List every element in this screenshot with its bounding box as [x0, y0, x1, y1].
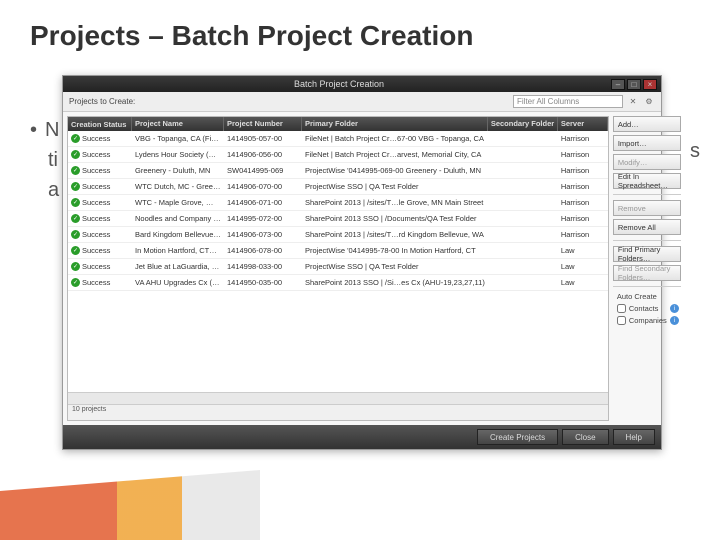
table-row[interactable]: ✓SuccessBard Kingdom Bellevue…1414906-07…	[68, 227, 608, 243]
success-icon: ✓	[71, 278, 80, 287]
col-creation-status[interactable]: Creation Status	[68, 117, 132, 131]
window-title: Batch Project Creation	[67, 79, 611, 89]
batch-project-dialog: Batch Project Creation – □ × Projects to…	[62, 75, 662, 450]
info-icon[interactable]: i	[670, 304, 679, 313]
table-row[interactable]: ✓SuccessNoodles and Company …1414995-072…	[68, 211, 608, 227]
remove-all-button[interactable]: Remove All	[613, 219, 681, 235]
remove-button[interactable]: Remove	[613, 200, 681, 216]
auto-create-companies-checkbox[interactable]: Companiesi	[613, 316, 681, 325]
col-server[interactable]: Server	[558, 117, 608, 131]
create-projects-button[interactable]: Create Projects	[477, 429, 558, 445]
projects-grid: Creation Status Project Name Project Num…	[67, 116, 609, 421]
slide-fragment-right: s	[690, 140, 700, 163]
success-icon: ✓	[71, 198, 80, 207]
window-close-button[interactable]: ×	[643, 79, 657, 90]
grid-header[interactable]: Creation Status Project Name Project Num…	[68, 117, 608, 131]
brand-stripe-graphic	[0, 470, 260, 540]
table-row[interactable]: ✓SuccessVA AHU Upgrades Cx (…1414950-035…	[68, 275, 608, 291]
success-icon: ✓	[71, 214, 80, 223]
success-icon: ✓	[71, 166, 80, 175]
col-primary-folder[interactable]: Primary Folder	[302, 117, 488, 131]
modify-button[interactable]: Modify…	[613, 154, 681, 170]
success-icon: ✓	[71, 262, 80, 271]
window-maximize-button[interactable]: □	[627, 79, 641, 90]
dialog-footer: Create Projects Close Help	[63, 425, 661, 449]
success-icon: ✓	[71, 230, 80, 239]
horizontal-scrollbar[interactable]	[68, 393, 608, 405]
slide-title: Projects – Batch Project Creation	[0, 0, 720, 62]
table-row[interactable]: ✓SuccessVBG - Topanga, CA (Fi…1414905-05…	[68, 131, 608, 147]
table-row[interactable]: ✓SuccessLydens Hour Society (H…1414906-0…	[68, 147, 608, 163]
filter-input[interactable]: Filter All Columns	[513, 95, 623, 108]
table-row[interactable]: ✓SuccessIn Motion Hartford, CT…1414906-0…	[68, 243, 608, 259]
toolbar: Projects to Create: Filter All Columns ✕…	[63, 92, 661, 112]
table-row[interactable]: ✓SuccessWTC Dutch, MC - Greec…1414906-07…	[68, 179, 608, 195]
auto-create-label: Auto Create	[613, 292, 681, 301]
projects-to-create-label: Projects to Create:	[69, 97, 135, 106]
gear-icon[interactable]: ⚙	[643, 96, 655, 108]
clear-filter-icon[interactable]: ✕	[627, 96, 639, 108]
success-icon: ✓	[71, 246, 80, 255]
table-row[interactable]: ✓SuccessWTC - Maple Grove, …1414906-071-…	[68, 195, 608, 211]
edit-in-spreadsheet-button[interactable]: Edit In Spreadsheet…	[613, 173, 681, 189]
close-button[interactable]: Close	[562, 429, 608, 445]
sidebar: Add… Import… Modify… Edit In Spreadsheet…	[613, 112, 685, 425]
find-primary-folders-button[interactable]: Find Primary Folders…	[613, 246, 681, 262]
grid-status-line: 10 projects	[68, 405, 608, 420]
find-secondary-folders-button[interactable]: Find Secondary Folders…	[613, 265, 681, 281]
col-secondary-folder[interactable]: Secondary Folder	[488, 117, 558, 131]
import-button[interactable]: Import…	[613, 135, 681, 151]
table-row[interactable]: ✓SuccessGreenery - Duluth, MNSW0414995-0…	[68, 163, 608, 179]
col-project-number[interactable]: Project Number	[224, 117, 302, 131]
titlebar[interactable]: Batch Project Creation – □ ×	[63, 76, 661, 92]
success-icon: ✓	[71, 182, 80, 191]
col-project-name[interactable]: Project Name	[132, 117, 224, 131]
success-icon: ✓	[71, 150, 80, 159]
help-button[interactable]: Help	[613, 429, 655, 445]
table-row[interactable]: ✓SuccessJet Blue at LaGuardia, N…1414998…	[68, 259, 608, 275]
auto-create-contacts-checkbox[interactable]: Contactsi	[613, 304, 681, 313]
add-button[interactable]: Add…	[613, 116, 681, 132]
info-icon[interactable]: i	[670, 316, 679, 325]
success-icon: ✓	[71, 134, 80, 143]
window-minimize-button[interactable]: –	[611, 79, 625, 90]
